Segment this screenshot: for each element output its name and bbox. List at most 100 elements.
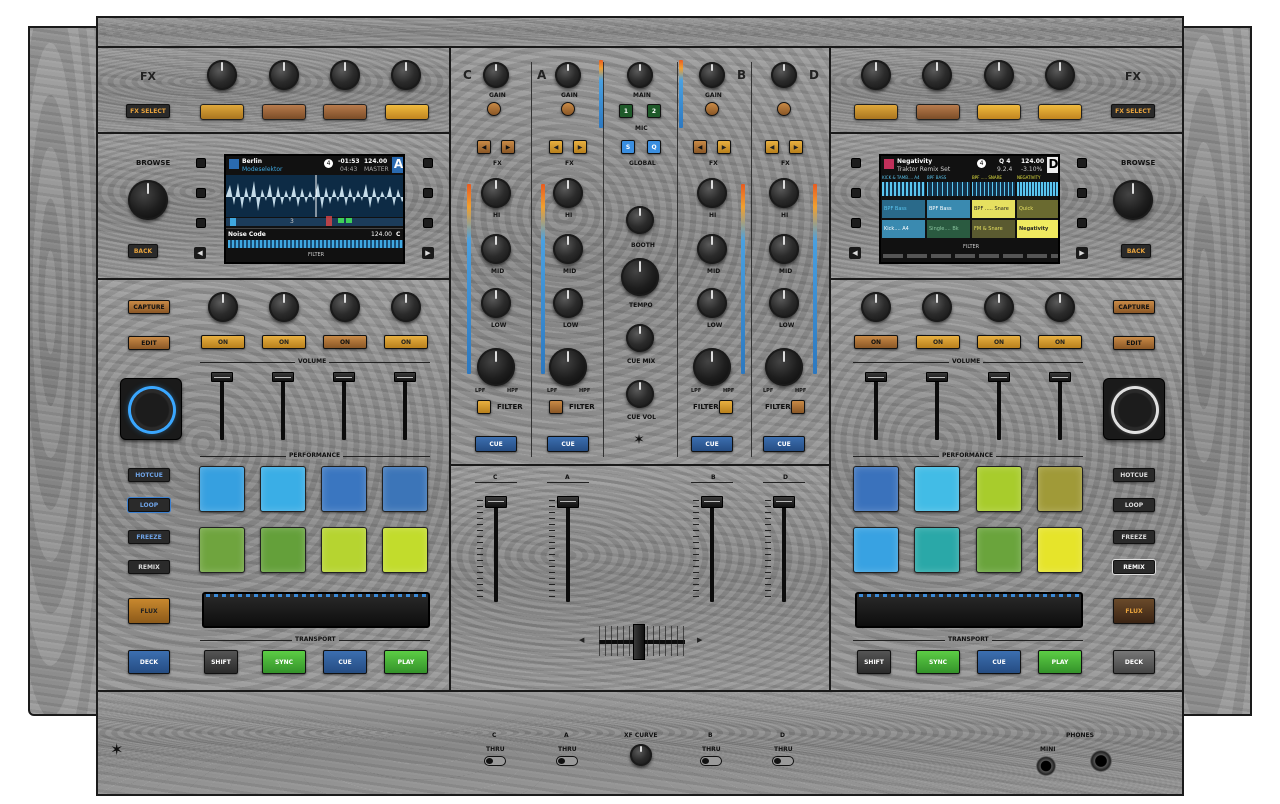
left-pad-6[interactable] bbox=[260, 527, 306, 573]
left-screen-button-6[interactable] bbox=[423, 218, 433, 228]
right-remix-button[interactable]: REMIX bbox=[1113, 560, 1155, 574]
right-fx-knob-3[interactable] bbox=[984, 60, 1014, 90]
right-fx-knob-2[interactable] bbox=[922, 60, 952, 90]
right-pad-3[interactable] bbox=[976, 466, 1022, 512]
mixer-fx-assign-a-2[interactable]: ▶ bbox=[573, 140, 587, 154]
right-screen-button-5[interactable] bbox=[1077, 188, 1087, 198]
left-sync-button[interactable]: SYNC bbox=[262, 650, 306, 674]
right-pad-4[interactable] bbox=[1037, 466, 1083, 512]
mixer-fx-assign-b-1[interactable]: ◀ bbox=[693, 140, 707, 154]
mixer-fx-assign-c-1[interactable]: ◀ bbox=[477, 140, 491, 154]
right-screen-button-4[interactable] bbox=[1077, 158, 1087, 168]
thru-switch-a[interactable] bbox=[556, 756, 578, 766]
mixer-filter-button-a[interactable] bbox=[549, 400, 563, 414]
mixer-cue-mix-knob[interactable] bbox=[626, 324, 654, 352]
right-pad-5[interactable] bbox=[853, 527, 899, 573]
left-edit-button[interactable]: EDIT bbox=[128, 336, 170, 350]
right-screen-next-arrow-icon[interactable]: ▶ bbox=[1076, 247, 1088, 259]
mixer-key-button-b[interactable] bbox=[705, 102, 719, 116]
mixer-gain-knob-a[interactable] bbox=[555, 62, 581, 88]
mixer-mic-button-2[interactable]: 2 bbox=[647, 104, 661, 118]
left-fx-knob-3[interactable] bbox=[330, 60, 360, 90]
right-fx-button-3[interactable] bbox=[977, 104, 1021, 120]
right-pad-2[interactable] bbox=[914, 466, 960, 512]
right-screen-button-1[interactable] bbox=[851, 158, 861, 168]
right-pad-6[interactable] bbox=[914, 527, 960, 573]
mixer-eq-low-a[interactable] bbox=[553, 288, 583, 318]
right-remix-knob-3[interactable] bbox=[984, 292, 1014, 322]
right-screen-button-2[interactable] bbox=[851, 188, 861, 198]
left-screen-button-4[interactable] bbox=[423, 158, 433, 168]
channel-fader-a[interactable] bbox=[557, 496, 579, 508]
right-screen-button-3[interactable] bbox=[851, 218, 861, 228]
xf-curve-knob[interactable] bbox=[630, 744, 652, 766]
mixer-fx-assign-d-2[interactable]: ▶ bbox=[789, 140, 803, 154]
left-fx-button-3[interactable] bbox=[323, 104, 367, 120]
left-fx-button-1[interactable] bbox=[200, 104, 244, 120]
left-browse-encoder[interactable] bbox=[128, 180, 168, 220]
left-back-button[interactable]: BACK bbox=[128, 244, 158, 258]
right-jog-encoder[interactable] bbox=[1103, 378, 1165, 440]
mixer-eq-mid-c[interactable] bbox=[481, 234, 511, 264]
right-freeze-button[interactable]: FREEZE bbox=[1113, 530, 1155, 544]
mixer-booth-knob[interactable] bbox=[626, 206, 654, 234]
left-flux-button[interactable]: FLUX bbox=[128, 598, 170, 624]
mixer-eq-hi-c[interactable] bbox=[481, 178, 511, 208]
left-loop-button[interactable]: LOOP bbox=[128, 498, 170, 512]
mixer-fx-assign-d-1[interactable]: ◀ bbox=[765, 140, 779, 154]
right-pad-7[interactable] bbox=[976, 527, 1022, 573]
mixer-key-button-a[interactable] bbox=[561, 102, 575, 116]
left-pad-3[interactable] bbox=[321, 466, 367, 512]
right-pad-8[interactable] bbox=[1037, 527, 1083, 573]
mixer-eq-hi-d[interactable] bbox=[769, 178, 799, 208]
left-screen-button-2[interactable] bbox=[196, 188, 206, 198]
left-hotcue-button[interactable]: HOTCUE bbox=[128, 468, 170, 482]
left-on-button-2[interactable]: ON bbox=[262, 335, 306, 349]
left-remix-fader-2[interactable] bbox=[272, 372, 294, 382]
right-remix-knob-2[interactable] bbox=[922, 292, 952, 322]
right-on-button-3[interactable]: ON bbox=[977, 335, 1021, 349]
left-remix-knob-4[interactable] bbox=[391, 292, 421, 322]
mixer-eq-hi-a[interactable] bbox=[553, 178, 583, 208]
mixer-eq-low-b[interactable] bbox=[697, 288, 727, 318]
mixer-key-button-c[interactable] bbox=[487, 102, 501, 116]
left-on-button-4[interactable]: ON bbox=[384, 335, 428, 349]
left-fx-knob-1[interactable] bbox=[207, 60, 237, 90]
right-remix-fader-1[interactable] bbox=[865, 372, 887, 382]
right-on-button-1[interactable]: ON bbox=[854, 335, 898, 349]
right-remix-fader-4[interactable] bbox=[1049, 372, 1071, 382]
mixer-mic-button-1[interactable]: 1 bbox=[619, 104, 633, 118]
left-remix-fader-3[interactable] bbox=[333, 372, 355, 382]
right-sync-button[interactable]: SYNC bbox=[916, 650, 960, 674]
left-capture-button[interactable]: CAPTURE bbox=[128, 300, 170, 314]
left-on-button-3[interactable]: ON bbox=[323, 335, 367, 349]
mixer-gain-knob-d[interactable] bbox=[771, 62, 797, 88]
left-screen-button-3[interactable] bbox=[196, 218, 206, 228]
mixer-filter-button-d[interactable] bbox=[791, 400, 805, 414]
left-shift-button[interactable]: SHIFT bbox=[204, 650, 238, 674]
mixer-filter-knob-b[interactable] bbox=[693, 348, 731, 386]
left-remix-fader-1[interactable] bbox=[211, 372, 233, 382]
left-pad-2[interactable] bbox=[260, 466, 306, 512]
thru-switch-d[interactable] bbox=[772, 756, 794, 766]
right-back-button[interactable]: BACK bbox=[1121, 244, 1151, 258]
mixer-cue-button-c[interactable]: CUE bbox=[475, 436, 517, 452]
mixer-filter-button-c[interactable] bbox=[477, 400, 491, 414]
mixer-fx-assign-a-1[interactable]: ◀ bbox=[549, 140, 563, 154]
left-freeze-button[interactable]: FREEZE bbox=[128, 530, 170, 544]
left-fx-select-button[interactable]: FX SELECT bbox=[126, 104, 170, 118]
left-remix-knob-2[interactable] bbox=[269, 292, 299, 322]
right-edit-button[interactable]: EDIT bbox=[1113, 336, 1155, 350]
left-remix-knob-1[interactable] bbox=[208, 292, 238, 322]
left-remix-fader-4[interactable] bbox=[394, 372, 416, 382]
right-browse-encoder[interactable] bbox=[1113, 180, 1153, 220]
right-remix-knob-1[interactable] bbox=[861, 292, 891, 322]
mixer-global-button-s[interactable]: S bbox=[621, 140, 635, 154]
right-capture-button[interactable]: CAPTURE bbox=[1113, 300, 1155, 314]
mixer-main-knob[interactable] bbox=[627, 62, 653, 88]
right-fx-select-button[interactable]: FX SELECT bbox=[1111, 104, 1155, 118]
right-pad-1[interactable] bbox=[853, 466, 899, 512]
mixer-eq-hi-b[interactable] bbox=[697, 178, 727, 208]
mixer-filter-button-b[interactable] bbox=[719, 400, 733, 414]
mixer-key-button-d[interactable] bbox=[777, 102, 791, 116]
